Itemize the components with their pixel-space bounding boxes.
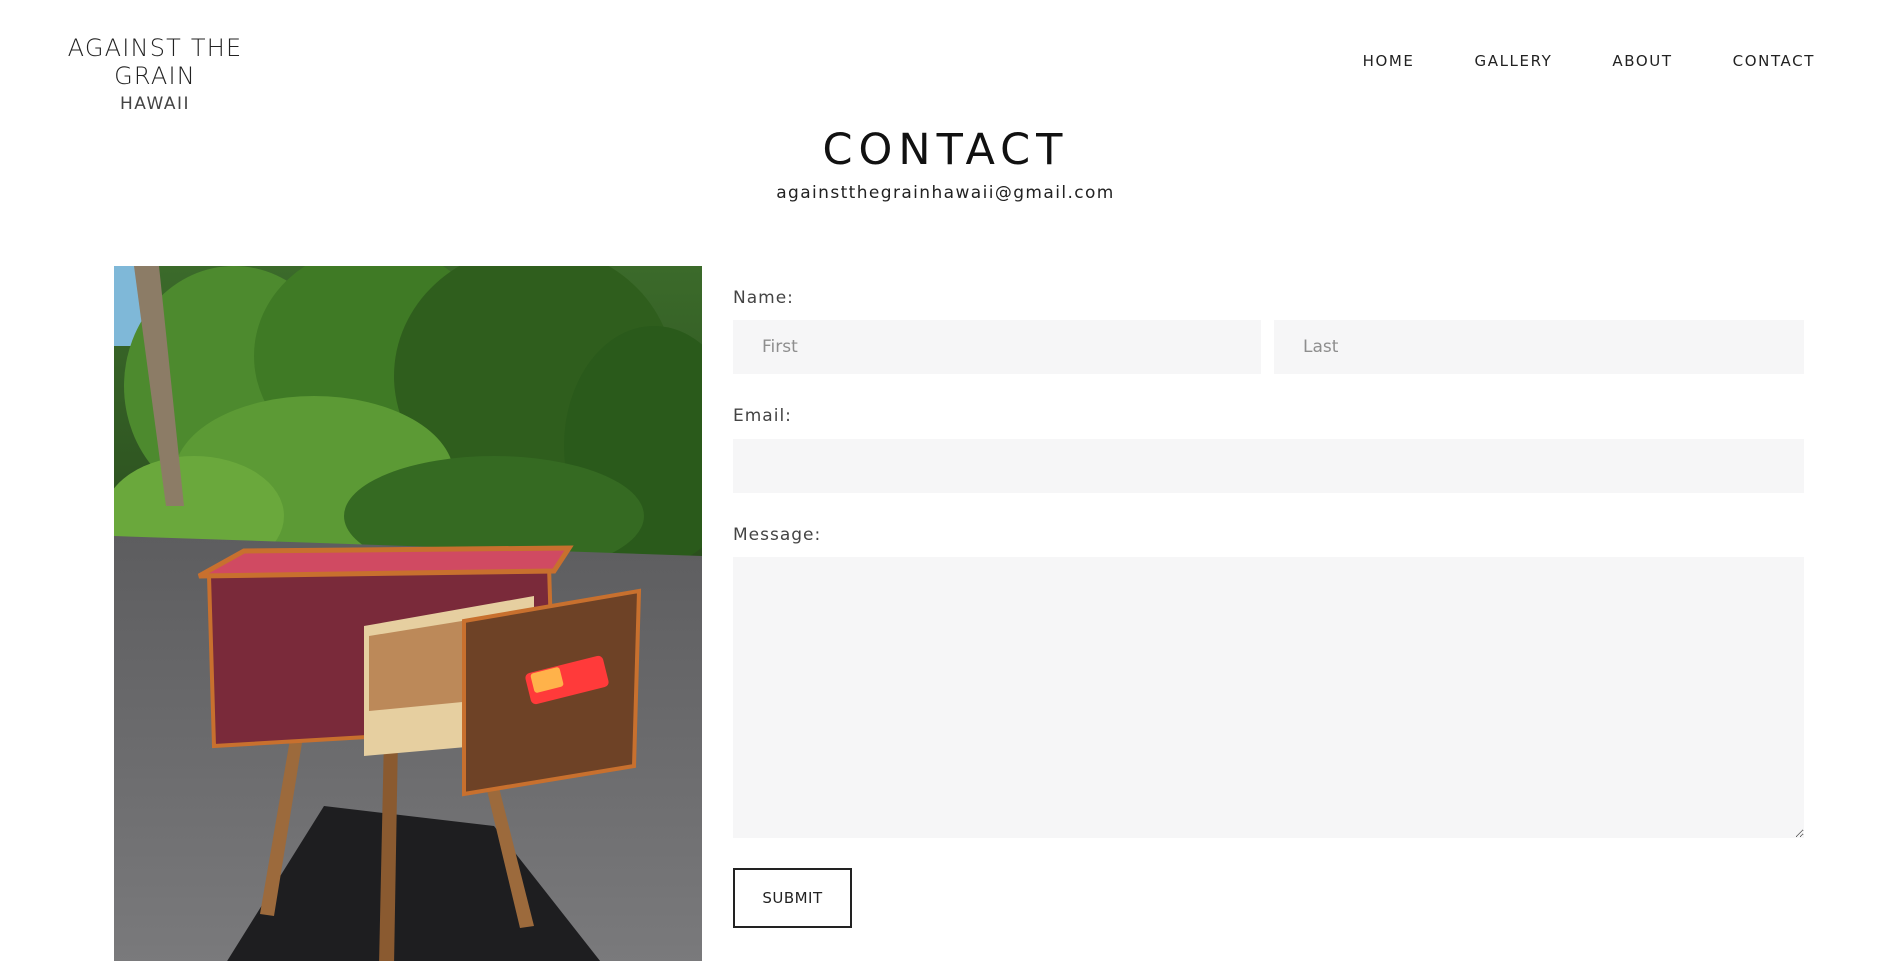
page-title: CONTACT [822,125,1069,175]
email-field[interactable] [733,439,1804,493]
nightstand-photo [114,266,702,961]
email-label: Email: [733,406,792,426]
nav-home-link[interactable]: HOME [1363,52,1415,70]
last-name-input[interactable] [1274,320,1804,374]
nav-contact-link[interactable]: CONTACT [1733,52,1815,70]
first-name-input[interactable] [733,320,1261,374]
message-label: Message: [733,525,822,545]
logo-subtitle: HAWAII [119,94,191,114]
nightstand-photo-illustration [114,266,702,961]
name-label: Name: [733,288,794,308]
main-nav: HOME GALLERY ABOUT CONTACT [1303,52,1815,70]
site-logo[interactable]: AGAINST THE GRAIN HAWAII [30,34,280,116]
nav-gallery-link[interactable]: GALLERY [1475,52,1553,70]
nav-about-link[interactable]: ABOUT [1612,52,1672,70]
logo-title: AGAINST THE GRAIN [67,34,243,90]
contact-email-link[interactable]: againstthegrainhawaii@gmail.com [0,183,1891,203]
submit-button[interactable]: SUBMIT [733,868,852,928]
message-textarea[interactable] [733,557,1804,838]
page: AGAINST THE GRAIN HAWAII HOME GALLERY AB… [0,0,1891,961]
